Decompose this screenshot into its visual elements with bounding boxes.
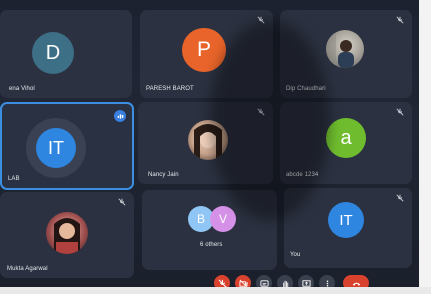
participant-tile-speaking[interactable]: IT LAB bbox=[0, 102, 134, 190]
video-call-window: D ena Vihol P PARESH BAROT Dip Chaudhari… bbox=[0, 0, 431, 294]
participant-tile[interactable]: D ena Vihol bbox=[0, 10, 132, 98]
participant-avatar: V bbox=[210, 206, 236, 232]
speaking-indicator-icon bbox=[114, 110, 126, 122]
participant-tile[interactable]: Mukta Agarwal bbox=[0, 192, 134, 278]
participant-photo bbox=[326, 30, 364, 68]
camera-shadow bbox=[210, 20, 330, 220]
participant-avatar: D bbox=[32, 32, 74, 74]
participant-name: You bbox=[290, 252, 301, 258]
participant-name: LAB bbox=[8, 176, 20, 182]
participant-name: PARESH BAROT bbox=[146, 86, 194, 92]
participant-name: ena Vihol bbox=[9, 86, 35, 92]
mic-off-icon bbox=[396, 108, 404, 116]
participant-name: Nancy Jain bbox=[148, 172, 179, 178]
participant-avatar-initials: IT bbox=[36, 128, 76, 168]
participant-photo bbox=[46, 212, 88, 254]
photo-border-bottom bbox=[0, 287, 431, 294]
mic-off-icon bbox=[396, 194, 404, 202]
mic-off-icon bbox=[396, 16, 404, 24]
participant-avatar: a bbox=[326, 118, 366, 158]
mic-off-icon bbox=[118, 198, 126, 206]
participant-avatar: IT bbox=[328, 202, 364, 238]
photo-border-right bbox=[419, 0, 431, 294]
participant-name: Mukta Agarwal bbox=[7, 266, 48, 272]
participant-name: 6 others bbox=[200, 242, 223, 248]
